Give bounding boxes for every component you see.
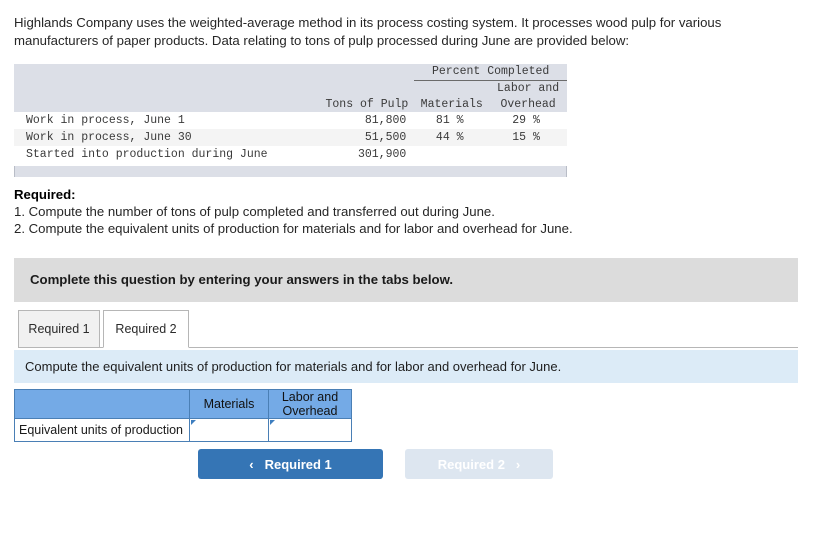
percent-completed-header: Percent Completed <box>414 64 567 81</box>
intro-paragraph: Highlands Company uses the weighted-aver… <box>14 15 722 48</box>
answer-row-label: Equivalent units of production <box>14 418 190 442</box>
table-row: Work in process, June 1 81,800 81 % 29 % <box>14 112 567 129</box>
chevron-left-icon: ‹ <box>249 456 254 472</box>
group-header-blank-2 <box>313 64 415 81</box>
chevron-right-icon: › <box>515 456 521 472</box>
answer-table-header-row: Materials Labor and Overhead <box>14 389 352 419</box>
data-table-footer-bar <box>14 166 567 177</box>
next-required-2-button[interactable]: Required 2 › <box>405 449 553 479</box>
tab-bar: Required 1 Required 2 <box>18 310 798 349</box>
row-label: Work in process, June 1 <box>14 112 314 129</box>
previous-button-label: Required 1 <box>264 456 332 472</box>
process-costing-data-table: Percent Completed Labor and Tons of Pulp… <box>14 64 567 177</box>
question-prompt-bar: Compute the equivalent units of producti… <box>14 350 798 383</box>
row-tons: 51,500 <box>313 129 415 146</box>
row-labor-overhead <box>489 146 567 163</box>
instruction-banner-text: Complete this question by entering your … <box>30 272 454 287</box>
column-header-materials: Materials <box>414 96 490 112</box>
answer-cell-labor-overhead[interactable] <box>268 418 352 442</box>
answer-cell-materials[interactable] <box>189 418 269 442</box>
row-labor-overhead: 15 % <box>489 129 567 146</box>
row-materials <box>414 146 490 163</box>
labor-overhead-header-line2: Overhead <box>489 96 567 112</box>
answer-header-labor-overhead-line1: Labor and <box>281 390 339 404</box>
required-heading: Required: <box>14 187 76 202</box>
subheader-blank-2 <box>313 80 415 96</box>
data-table-subheader-row-1: Labor and <box>14 80 567 96</box>
row-labor-overhead: 29 % <box>489 112 567 129</box>
answer-header-labor-overhead: Labor and Overhead <box>268 389 352 419</box>
answer-header-labor-overhead-line2: Overhead <box>282 404 338 418</box>
subheader-blank-1 <box>14 80 314 96</box>
row-label: Started into production during June <box>14 146 314 163</box>
required-item-2: 2. Compute the equivalent units of produ… <box>14 221 573 236</box>
answer-table-container: Materials Labor and Overhead Equivalent … <box>14 389 352 442</box>
subheader-blank-3 <box>414 80 490 96</box>
group-header-blank-1 <box>14 64 314 81</box>
row-tons: 301,900 <box>313 146 415 163</box>
data-table-subheader-row-2: Tons of Pulp Materials Overhead <box>14 96 567 112</box>
cell-corner-marker-icon <box>270 420 275 425</box>
materials-input[interactable] <box>190 420 268 440</box>
row-tons: 81,800 <box>313 112 415 129</box>
table-row: Work in process, June 30 51,500 44 % 15 … <box>14 129 567 146</box>
table-row: Started into production during June 301,… <box>14 146 567 163</box>
row-label: Work in process, June 30 <box>14 129 314 146</box>
answer-header-materials: Materials <box>189 389 269 419</box>
next-button-label: Required 2 <box>437 456 505 472</box>
tab-required-1[interactable]: Required 1 <box>18 310 100 348</box>
row-materials: 44 % <box>414 129 490 146</box>
instruction-banner: Complete this question by entering your … <box>14 258 798 302</box>
previous-required-1-button[interactable]: ‹ Required 1 <box>198 449 383 479</box>
required-section: Required: 1. Compute the number of tons … <box>14 186 794 237</box>
answer-table-row: Equivalent units of production <box>14 418 352 442</box>
row-materials: 81 % <box>414 112 490 129</box>
cell-corner-marker-icon <box>191 420 196 425</box>
answer-table: Materials Labor and Overhead Equivalent … <box>14 389 352 442</box>
question-prompt-text: Compute the equivalent units of producti… <box>25 359 562 374</box>
labor-overhead-input[interactable] <box>269 420 351 440</box>
tab-required-1-label: Required 1 <box>28 322 90 336</box>
tab-required-2-label: Required 2 <box>115 322 177 336</box>
labor-overhead-header-line1: Labor and <box>489 80 567 96</box>
required-item-1: 1. Compute the number of tons of pulp co… <box>14 204 495 219</box>
data-table: Percent Completed Labor and Tons of Pulp… <box>14 64 567 163</box>
answer-header-blank <box>14 389 190 419</box>
column-header-blank <box>14 96 314 112</box>
tab-required-2[interactable]: Required 2 <box>103 310 189 348</box>
column-header-tons: Tons of Pulp <box>313 96 415 112</box>
data-table-group-header-row: Percent Completed <box>14 64 567 81</box>
